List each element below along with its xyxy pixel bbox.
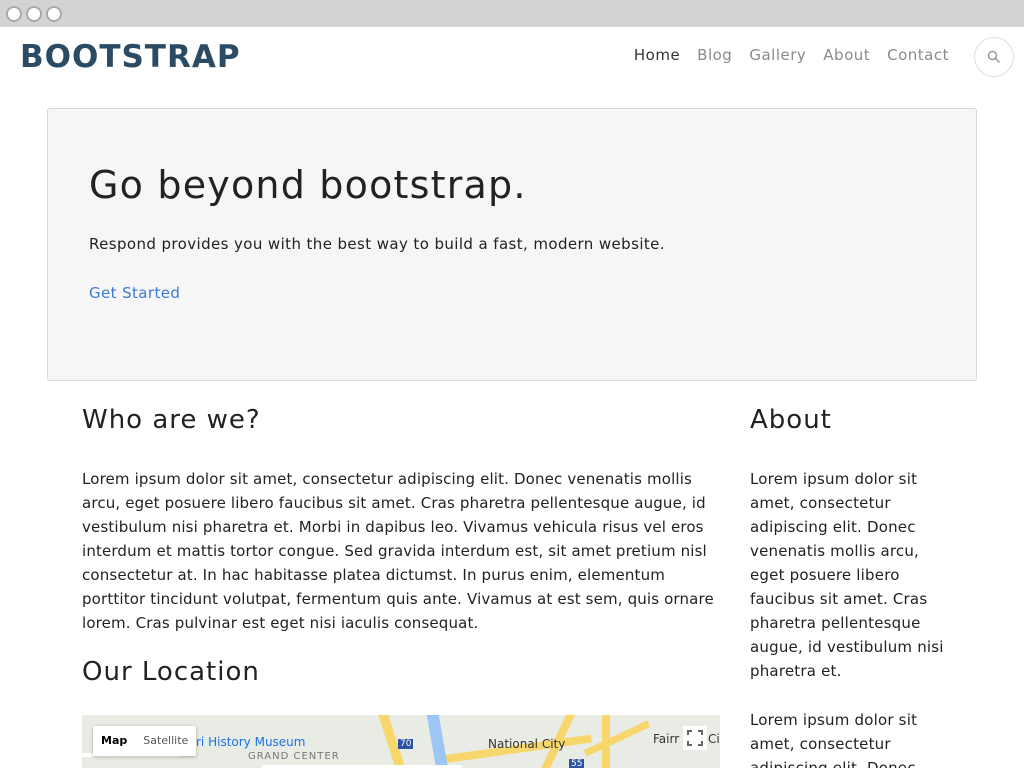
- our-location-heading: Our Location: [82, 657, 260, 687]
- map-type-control: Map Satellite: [93, 726, 197, 756]
- map-label-fairmont: Fairr: [653, 732, 680, 746]
- close-window-icon[interactable]: [6, 6, 22, 22]
- location-map[interactable]: Map Satellite ri History Museum GRAND CE…: [82, 715, 720, 768]
- map-label-museum[interactable]: ri History Museum: [196, 735, 305, 749]
- main-column: Who are we? Lorem ipsum dolor sit amet, …: [82, 405, 720, 687]
- navbar: BOOTSTRAP Home Blog Gallery About Contac…: [0, 27, 1024, 87]
- map-fullscreen-button[interactable]: [683, 726, 707, 750]
- nav-menu: Home Blog Gallery About Contact: [634, 46, 949, 64]
- nav-item-contact[interactable]: Contact: [887, 46, 949, 64]
- about-heading: About: [750, 405, 832, 435]
- about-text-2: Lorem ipsum dolor sit amet, consectetur …: [750, 711, 918, 768]
- about-text-1: Lorem ipsum dolor sit amet, consectetur …: [750, 470, 944, 680]
- maximize-window-icon[interactable]: [46, 6, 62, 22]
- brand-logo[interactable]: BOOTSTRAP: [20, 39, 241, 75]
- hero-jumbotron: Go beyond bootstrap. Respond provides yo…: [47, 108, 977, 381]
- map-type-satellite-button[interactable]: Satellite: [135, 726, 196, 756]
- interstate-55-shield: 55: [569, 759, 585, 768]
- hero-title: Go beyond bootstrap.: [89, 163, 527, 207]
- map-label-ci: Ci: [708, 732, 720, 746]
- minimize-window-icon[interactable]: [26, 6, 42, 22]
- fullscreen-icon: [687, 730, 703, 746]
- who-are-we-text: Lorem ipsum dolor sit amet, consectetur …: [82, 470, 714, 632]
- sidebar-about: About Lorem ipsum dolor sit amet, consec…: [750, 405, 950, 768]
- map-label-grand-center: GRAND CENTER: [248, 751, 340, 762]
- map-label-national-city: National City: [488, 737, 566, 751]
- hero-text: Respond provides you with the best way t…: [89, 235, 665, 253]
- nav-item-about[interactable]: About: [823, 46, 870, 64]
- nav-item-gallery[interactable]: Gallery: [749, 46, 806, 64]
- who-are-we-heading: Who are we?: [82, 405, 261, 435]
- map-type-map-button[interactable]: Map: [93, 726, 135, 756]
- nav-item-blog[interactable]: Blog: [697, 46, 732, 64]
- get-started-link[interactable]: Get Started: [89, 284, 180, 302]
- search-icon: [987, 50, 1001, 64]
- search-button[interactable]: [974, 37, 1014, 77]
- interstate-70-shield: 70: [398, 739, 414, 749]
- browser-titlebar: [0, 0, 1024, 27]
- nav-item-home[interactable]: Home: [634, 46, 680, 64]
